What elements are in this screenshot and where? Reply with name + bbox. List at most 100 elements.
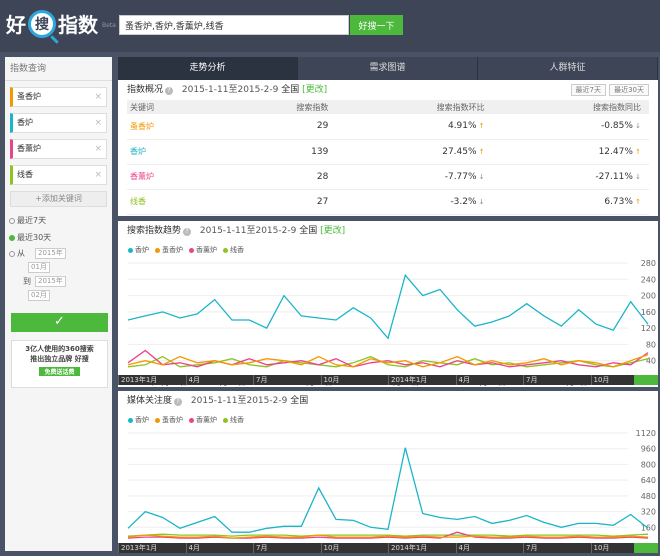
trend-date: 2015-1-11至2015-2-9 bbox=[199, 226, 297, 236]
legend-label: 线香 bbox=[230, 416, 244, 424]
legend-item[interactable]: 香炉 bbox=[128, 415, 149, 425]
range-7-option[interactable]: 最近7天 bbox=[9, 215, 46, 226]
index-cell: 27 bbox=[224, 189, 337, 215]
tab-demand[interactable]: 需求图谱 bbox=[298, 57, 478, 80]
logo-beta: Beta bbox=[102, 22, 116, 29]
tab-bar: 走势分析 需求图谱 人群特征 bbox=[118, 57, 658, 80]
arrow-down-icon: ↓ bbox=[476, 172, 485, 181]
keyword-cell: 蚤香炉 bbox=[127, 114, 225, 140]
add-keyword-button[interactable]: +添加关键词 bbox=[10, 191, 107, 207]
legend-dot-icon bbox=[223, 417, 228, 423]
trend-change-link[interactable]: [更改] bbox=[320, 226, 345, 236]
keyword-chip[interactable]: 香炉 × bbox=[10, 113, 107, 133]
y-tick-label: 80 bbox=[646, 340, 656, 349]
media-timeline[interactable]: 2013年1月 4月 7月 10月 2014年1月 4月 7月 10月 bbox=[118, 543, 658, 553]
yoy-cell: -0.85% ↓ bbox=[492, 114, 649, 140]
legend-dot-icon bbox=[189, 417, 194, 423]
keyword-chip-label: 线香 bbox=[17, 170, 33, 179]
trend-legend: 香炉 蚤香炉 香薰炉 线香 bbox=[128, 245, 244, 255]
tab-trend[interactable]: 走势分析 bbox=[118, 57, 298, 80]
legend-item[interactable]: 线香 bbox=[223, 245, 244, 255]
col-mom: 搜索指数环比 bbox=[336, 100, 493, 114]
arrow-down-icon: ↓ bbox=[632, 122, 641, 131]
media-chart[interactable]: 16032048064080096011202015年1月11日1月16日1月2… bbox=[118, 425, 658, 555]
to-month-select[interactable]: 02月 bbox=[28, 290, 50, 301]
index-cell-value: 29 bbox=[316, 121, 329, 132]
y-tick-label: 640 bbox=[641, 476, 656, 485]
logo-char-2: 指数 bbox=[58, 13, 98, 37]
search-input[interactable] bbox=[119, 15, 349, 35]
ad-banner[interactable]: 3亿人使用的360搜索 推出独立品牌 好搜 免费送话费 bbox=[11, 340, 108, 388]
overview-panel: 指数概况? 2015-1-11至2015-2-9 全国 [更改] 最近7天 最近… bbox=[118, 80, 658, 216]
custom-range-option[interactable]: 从 bbox=[9, 248, 25, 259]
timeline-label: 7月 bbox=[523, 543, 591, 553]
arrow-up-icon: ↑ bbox=[632, 197, 641, 206]
to-year-select[interactable]: 2015年 bbox=[35, 276, 66, 287]
overview-change-link[interactable]: [更改] bbox=[302, 85, 327, 95]
keyword-chip[interactable]: 线香 × bbox=[10, 165, 107, 185]
col-keyword: 关键词 bbox=[127, 100, 225, 114]
legend-dot-icon bbox=[128, 247, 133, 253]
trend-panel: 搜索指数趋势? 2015-1-11至2015-2-9 全国 [更改] 香炉 蚤香炉… bbox=[118, 221, 658, 387]
top-bar: 好 搜 指数 Beta 好搜一下 bbox=[0, 0, 660, 52]
range-30-label: 最近30天 bbox=[17, 233, 52, 242]
legend-label: 蚤香炉 bbox=[162, 416, 183, 424]
keyword-cell: 线香 bbox=[127, 189, 225, 215]
legend-item[interactable]: 蚤香炉 bbox=[155, 245, 183, 255]
timeline-label: 7月 bbox=[253, 543, 321, 553]
col-yoy: 搜索指数同比 bbox=[492, 100, 649, 114]
legend-item[interactable]: 香薰炉 bbox=[189, 415, 217, 425]
ad-button[interactable]: 免费送话费 bbox=[39, 367, 80, 376]
remove-keyword-icon[interactable]: × bbox=[94, 166, 102, 184]
check-icon: ✓ bbox=[54, 314, 65, 329]
timeline-label: 2013年1月 bbox=[118, 375, 186, 385]
search-button[interactable]: 好搜一下 bbox=[350, 15, 403, 35]
tab-audience[interactable]: 人群特征 bbox=[478, 57, 658, 80]
legend-item[interactable]: 香炉 bbox=[128, 245, 149, 255]
last-7-days-button[interactable]: 最近7天 bbox=[570, 84, 606, 96]
help-icon[interactable]: ? bbox=[174, 398, 183, 406]
y-tick-label: 120 bbox=[641, 324, 656, 333]
from-year-select[interactable]: 2015年 bbox=[35, 248, 66, 259]
remove-keyword-icon[interactable]: × bbox=[94, 88, 102, 106]
trend-timeline[interactable]: 2013年1月 4月 7月 10月 2014年1月 4月 7月 10月 bbox=[118, 375, 658, 385]
radio-icon bbox=[9, 217, 15, 224]
index-cell-value: 27 bbox=[316, 196, 329, 207]
help-icon[interactable]: ? bbox=[183, 228, 192, 236]
last-30-days-button[interactable]: 最近30天 bbox=[609, 84, 649, 96]
from-month-select[interactable]: 01月 bbox=[28, 262, 50, 273]
legend-item[interactable]: 线香 bbox=[223, 415, 244, 425]
media-region: 全国 bbox=[290, 396, 309, 406]
timeline-label: 2014年1月 bbox=[388, 543, 456, 553]
remove-keyword-icon[interactable]: × bbox=[94, 140, 102, 158]
mom-cell-value: -7.77% bbox=[444, 171, 477, 182]
overview-date: 2015-1-11至2015-2-9 bbox=[181, 85, 279, 95]
keyword-chip-label: 香炉 bbox=[17, 118, 33, 127]
keyword-cell-value: 线香 bbox=[130, 197, 146, 206]
legend-item[interactable]: 蚤香炉 bbox=[155, 415, 183, 425]
remove-keyword-icon[interactable]: × bbox=[94, 114, 102, 132]
magnifier-logo-icon: 搜 bbox=[28, 9, 56, 38]
index-cell-value: 28 bbox=[316, 171, 329, 182]
trend-chart[interactable]: 40801201602002402802015年1月11日1月16日1月21日1… bbox=[118, 255, 658, 389]
confirm-button[interactable]: ✓ bbox=[11, 313, 108, 332]
y-tick-label: 480 bbox=[641, 492, 656, 501]
mom-cell: -7.77% ↓ bbox=[336, 164, 493, 190]
media-legend: 香炉 蚤香炉 香薰炉 线香 bbox=[128, 415, 244, 425]
timeline-label: 2013年1月 bbox=[118, 543, 186, 553]
range-30-option[interactable]: 最近30天 bbox=[9, 232, 51, 243]
logo[interactable]: 好 搜 指数 bbox=[6, 9, 98, 38]
timeline-label: 4月 bbox=[185, 375, 254, 385]
help-icon[interactable]: ? bbox=[165, 87, 174, 95]
index-cell-value: 139 bbox=[311, 146, 329, 157]
timeline-label: 2014年1月 bbox=[388, 375, 456, 385]
from-label: 从 bbox=[17, 249, 25, 258]
keyword-chip[interactable]: 香薰炉 × bbox=[10, 139, 107, 159]
radio-selected-icon bbox=[9, 234, 15, 241]
mom-cell: 27.45% ↑ bbox=[336, 139, 493, 165]
legend-item[interactable]: 香薰炉 bbox=[189, 245, 217, 255]
keyword-chip[interactable]: 蚤香炉 × bbox=[10, 87, 107, 107]
keyword-chip-label: 香薰炉 bbox=[17, 144, 41, 153]
timeline-handle[interactable] bbox=[634, 543, 658, 553]
timeline-handle[interactable] bbox=[634, 375, 658, 385]
